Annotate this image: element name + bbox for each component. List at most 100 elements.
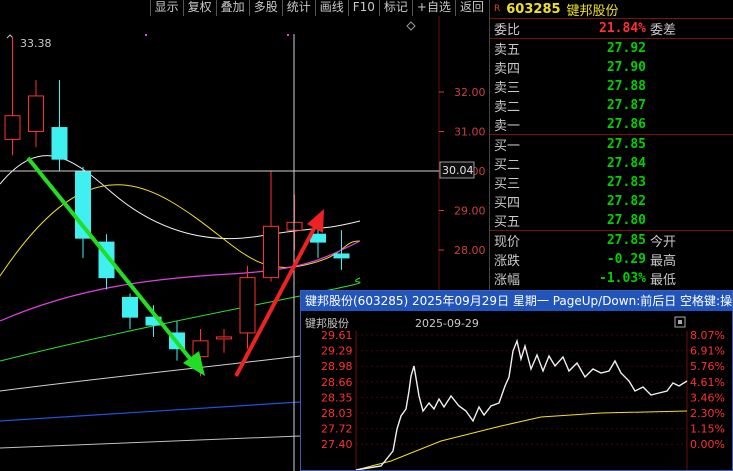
candle[interactable]	[75, 167, 91, 258]
price-tick-label: 32.00	[454, 86, 486, 99]
sell2-label: 卖二	[494, 100, 521, 115]
sell-row[interactable]: 卖三 27.88	[490, 77, 733, 96]
stat-row: 现价 27.85 今开	[490, 231, 733, 250]
ma250-line	[0, 435, 301, 449]
mini-right-tick: 2.30%	[690, 407, 725, 420]
mini-left-tick: 27.40	[321, 438, 353, 451]
buy1-label: 买一	[494, 139, 521, 154]
change-pct-value: -1.03%	[599, 271, 646, 286]
r-badge: R	[494, 4, 501, 14]
sell3-label: 卖三	[494, 81, 521, 96]
down-trend-arrow	[26, 156, 205, 376]
toolbar-overlay-button[interactable]: 叠加	[215, 0, 249, 16]
mini-right-tick: 1.15%	[690, 423, 725, 436]
weibi-value: 21.84%	[599, 21, 646, 36]
top-marker-dot	[145, 34, 147, 36]
buy5-label: 买五	[494, 215, 521, 230]
ma120-line	[0, 401, 301, 422]
top-toolbar: 显示 复权 叠加 多股 统计 画线 F10 标记 +自选 返回	[0, 0, 488, 16]
mini-right-tick: 0.00%	[690, 438, 725, 451]
mini-left-tick: 27.72	[321, 423, 353, 436]
intraday-price-line	[355, 338, 688, 470]
buy-row[interactable]: 买一 27.85	[490, 135, 733, 154]
current-price-value: 27.85	[606, 233, 646, 248]
buy4-price: 27.82	[606, 194, 646, 209]
price-tick-label: 28.00	[454, 244, 486, 257]
buy2-label: 买二	[494, 158, 521, 173]
open-label: 今开	[650, 235, 677, 250]
high-label: 最高	[650, 254, 677, 269]
buy1-price: 27.85	[606, 137, 646, 152]
mini-right-tick: 6.91%	[690, 345, 725, 358]
sell-row[interactable]: 卖二 27.87	[490, 96, 733, 115]
toolbar-stats-button[interactable]: 统计	[281, 0, 315, 16]
buy-row[interactable]: 买三 27.83	[490, 173, 733, 192]
low-label: 最低	[650, 273, 677, 288]
stock-name: 键邦股份	[566, 3, 619, 19]
ma5-line	[0, 155, 361, 240]
change-value: -0.29	[606, 252, 646, 267]
mini-right-tick: 5.76%	[690, 360, 725, 373]
popup-date: 2025-09-29	[415, 317, 479, 330]
weibi-row: 委比 21.84% 委差	[490, 19, 733, 38]
ma60-line	[0, 355, 301, 392]
buy5-price: 27.80	[606, 213, 646, 228]
candle[interactable]	[28, 80, 44, 148]
toolbar-display-button[interactable]: 显示	[149, 0, 183, 16]
quote-panel: R 603285 键邦股份 委比 21.84% 委差 卖五 27.92 卖四 27.…	[489, 0, 733, 310]
high-price-label: 33.38	[20, 37, 52, 50]
change-pct-label: 涨幅	[494, 273, 521, 288]
buy3-label: 买三	[494, 177, 521, 192]
candle[interactable]	[122, 293, 138, 329]
ma10-line	[0, 184, 361, 277]
sell5-label: 卖五	[494, 43, 521, 58]
toolbar-multi-stock-button[interactable]: 多股	[248, 0, 282, 16]
mini-left-tick: 28.66	[321, 376, 353, 389]
candle[interactable]	[4, 36, 21, 156]
popup-stock-name: 键邦股份	[305, 316, 349, 330]
sell-row[interactable]: 卖四 27.90	[490, 58, 733, 77]
sell4-label: 卖四	[494, 62, 521, 77]
mini-left-tick: 28.98	[321, 360, 353, 373]
candle[interactable]	[216, 329, 232, 353]
mini-right-tick: 3.46%	[690, 391, 725, 404]
crosshair-price-label: 30.04	[442, 164, 474, 177]
buy4-label: 买四	[494, 196, 521, 211]
sell1-price: 27.86	[606, 117, 646, 132]
popup-title[interactable]: 键邦股份(603285) 2025年09月29日 星期一 PageUp/Down…	[301, 291, 732, 311]
price-tick-label: 31.00	[454, 126, 486, 139]
buy-row[interactable]: 买五 27.80	[490, 211, 733, 230]
intraday-avg-line	[355, 410, 688, 470]
buy-row[interactable]: 买四 27.82	[490, 192, 733, 211]
buy2-price: 27.84	[606, 156, 646, 171]
mini-left-tick: 28.35	[321, 391, 353, 404]
price-tick-label: 29.00	[454, 205, 486, 218]
current-price-label: 现价	[494, 235, 521, 250]
sell4-price: 27.90	[606, 60, 646, 75]
sell2-price: 27.87	[606, 98, 646, 113]
toolbar-f10-button[interactable]: F10	[347, 0, 379, 16]
toolbar-draw-button[interactable]: 画线	[314, 0, 348, 16]
mini-right-tick: 8.07%	[690, 329, 725, 342]
candle[interactable]	[239, 265, 256, 349]
weicha-label: 委差	[650, 23, 677, 38]
top-marker-dot	[287, 34, 289, 36]
weibi-label: 委比	[494, 23, 521, 38]
quote-header: R 603285 键邦股份	[490, 0, 733, 19]
sell-row[interactable]: 卖五 27.92	[490, 39, 733, 58]
stat-row: 涨跌 -0.29 最高	[490, 250, 733, 269]
candle[interactable]	[333, 230, 350, 270]
change-label: 涨跌	[494, 254, 521, 269]
diamond-icon[interactable]	[406, 21, 416, 31]
intraday-popup[interactable]: 键邦股份(603285) 2025年09月29日 星期一 PageUp/Down…	[300, 290, 733, 471]
candle[interactable]	[263, 171, 279, 282]
toolbar-adjust-button[interactable]: 复权	[182, 0, 216, 16]
toolbar-back-button[interactable]: 返回	[454, 0, 488, 16]
candle[interactable]	[51, 80, 68, 171]
intraday-chart[interactable]: 键邦股份 2025-09-29 29.61 8.07% 29.29 6.91% 28.9…	[301, 311, 732, 470]
buy-row[interactable]: 买二 27.84	[490, 154, 733, 173]
toolbar-add-watchlist-button[interactable]: +自选	[411, 0, 455, 16]
stock-code: 603285	[506, 1, 561, 17]
sell-row[interactable]: 卖一 27.86	[490, 115, 733, 134]
toolbar-mark-button[interactable]: 标记	[378, 0, 412, 16]
